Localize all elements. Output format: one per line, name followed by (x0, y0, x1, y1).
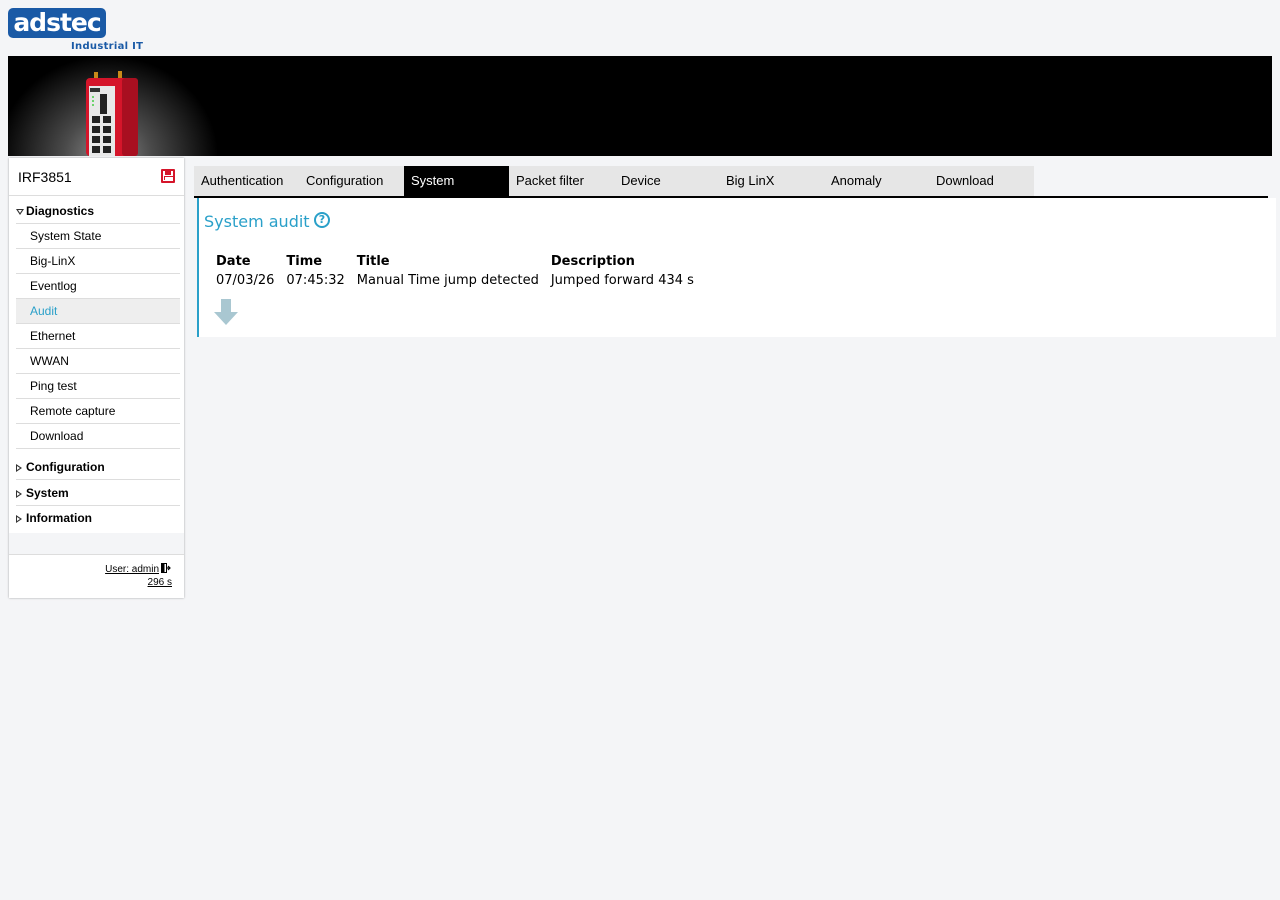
diagnostics-submenu: System State Big-LinX Eventlog Audit Eth… (16, 224, 180, 449)
sidebar-footer: User: admin 296 s (9, 554, 184, 598)
sidebar-item-system-state[interactable]: System State (16, 224, 180, 249)
cell-description: Jumped forward 434 s (550, 273, 694, 288)
logo-brand: adstec (8, 8, 106, 38)
download-arrow-icon[interactable] (213, 299, 239, 327)
save-icon[interactable] (161, 169, 175, 183)
tab-packet-filter[interactable]: Packet filter (509, 166, 614, 196)
sidebar-group-diagnostics[interactable]: Diagnostics (16, 199, 180, 224)
sidebar-group-label: Diagnostics (26, 204, 95, 218)
tab-download[interactable]: Download (929, 166, 1034, 196)
cell-date: 07/03/26 (216, 273, 275, 288)
cell-title: Manual Time jump detected (356, 273, 539, 288)
sidebar-item-audit[interactable]: Audit (16, 299, 180, 324)
column-header-description: Description (550, 254, 635, 269)
sidebar-item-ethernet[interactable]: Ethernet (16, 324, 180, 349)
triangle-right-icon (16, 464, 22, 472)
company-logo: adstec Industrial IT (8, 8, 143, 54)
tab-system[interactable]: System (404, 166, 509, 196)
sidebar-item-ping-test[interactable]: Ping test (16, 374, 180, 399)
logo-tagline: Industrial IT (71, 41, 144, 52)
sidebar-header: IRF3851 (9, 158, 184, 196)
tab-device[interactable]: Device (614, 166, 719, 196)
audit-table: Date Time Title Description 07/03/26 07:… (210, 252, 700, 290)
triangle-down-icon (16, 209, 24, 215)
router-device-image (86, 71, 138, 156)
column-header-title: Title (356, 254, 390, 269)
sidebar-group-label: System (26, 486, 69, 500)
sidebar-group-label: Configuration (26, 460, 105, 474)
column-header-date: Date (216, 254, 251, 269)
tab-configuration[interactable]: Configuration (299, 166, 404, 196)
sidebar-group-system[interactable]: System (16, 481, 180, 506)
table-header-row: Date Time Title Description (210, 252, 700, 271)
sidebar-item-remote-capture[interactable]: Remote capture (16, 399, 180, 424)
sidebar: IRF3851 Diagnostics System State Big-Lin… (9, 158, 184, 598)
device-name: IRF3851 (18, 169, 72, 185)
top-tab-bar: Authentication Configuration System Pack… (194, 166, 1034, 196)
sidebar-group-label: Information (26, 511, 92, 525)
tab-big-linx[interactable]: Big LinX (719, 166, 824, 196)
triangle-right-icon (16, 490, 22, 498)
tab-authentication[interactable]: Authentication (194, 166, 299, 196)
column-header-time: Time (286, 254, 323, 269)
help-icon[interactable]: ? (314, 212, 330, 228)
sidebar-item-eventlog[interactable]: Eventlog (16, 274, 180, 299)
cell-time: 07:45:32 (286, 273, 345, 288)
sidebar-group-configuration[interactable]: Configuration (16, 455, 180, 480)
table-row: 07/03/26 07:45:32 Manual Time jump detec… (210, 271, 700, 290)
triangle-right-icon (16, 515, 22, 523)
tab-anomaly[interactable]: Anomaly (824, 166, 929, 196)
main-content: System audit ? Date Time Title Descripti… (197, 198, 1276, 337)
page-title: System audit (204, 212, 310, 231)
sidebar-item-wwan[interactable]: WWAN (16, 349, 180, 374)
session-timer: 296 s (147, 577, 172, 588)
sidebar-item-big-linx[interactable]: Big-LinX (16, 249, 180, 274)
logout-icon[interactable] (161, 563, 171, 573)
header-banner (8, 56, 1272, 156)
sidebar-group-information[interactable]: Information (16, 506, 180, 531)
sidebar-item-download[interactable]: Download (16, 424, 180, 449)
user-logout-link[interactable]: User: admin (105, 564, 159, 575)
